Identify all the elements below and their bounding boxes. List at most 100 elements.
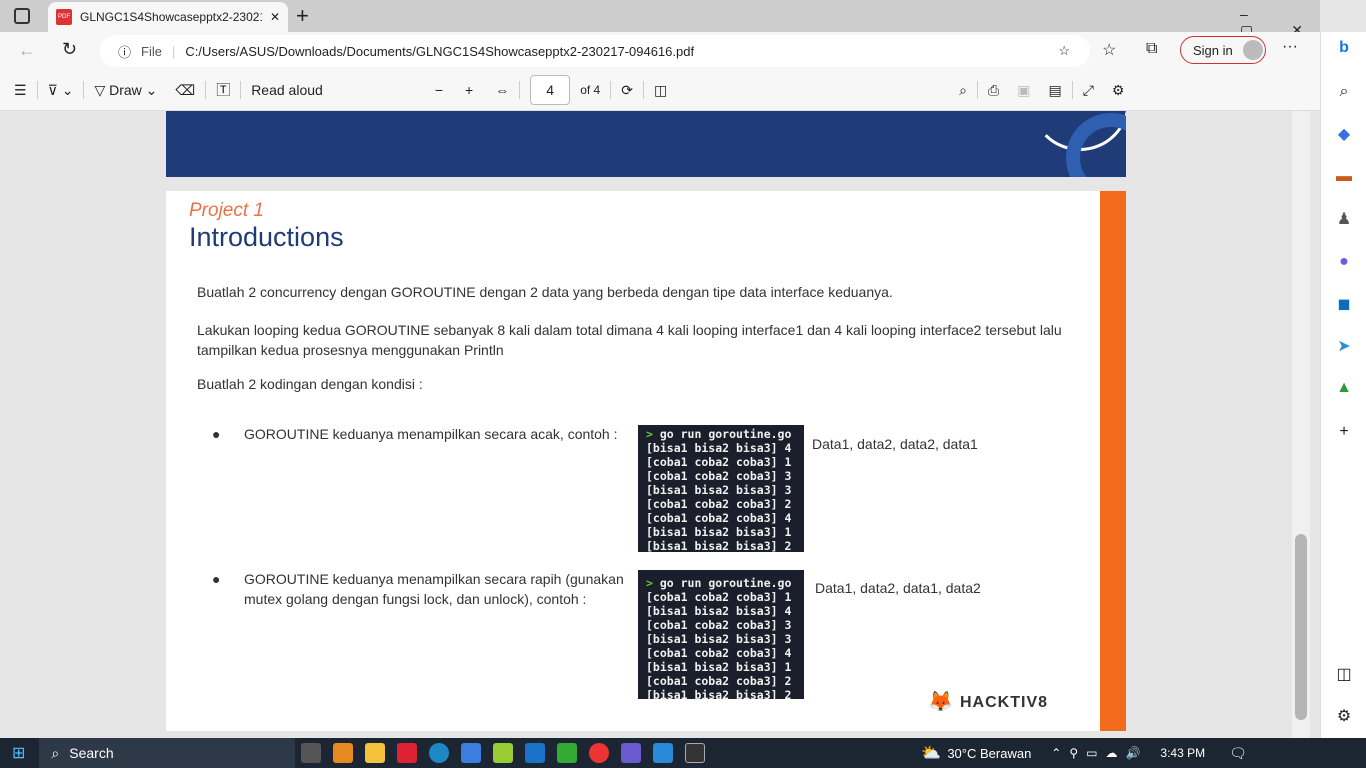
tab-title: GLNGC1S4Showcasepptx2-23021 xyxy=(80,10,262,24)
app-icon[interactable] xyxy=(397,743,418,763)
collections-icon[interactable]: ⧉ xyxy=(1146,40,1157,58)
games-icon[interactable]: ♟ xyxy=(1334,209,1354,229)
notifications-icon[interactable]: 🗨 xyxy=(1229,745,1247,762)
more-icon[interactable]: ··· xyxy=(1282,38,1298,56)
sign-in-label: Sign in xyxy=(1193,42,1233,58)
favorites-icon[interactable]: ☆ xyxy=(1102,40,1116,60)
system-tray-icons[interactable]: ⌃⚲▭☁🔊 xyxy=(1051,746,1148,760)
outlook-icon[interactable]: ◼ xyxy=(1334,294,1354,314)
refresh-icon[interactable]: ↻ xyxy=(62,39,77,60)
search-icon: ⌕ xyxy=(51,744,60,761)
back-icon[interactable]: ← xyxy=(18,40,36,61)
task-view-icon[interactable] xyxy=(301,743,322,763)
page-view-icon[interactable]: ◫ xyxy=(654,82,667,99)
bing-icon[interactable]: b xyxy=(1334,38,1354,58)
taskbar: ⊞ ⌕ Search ⛅ 30°C Berawan ⌃⚲▭☁🔊 3:43 PM 🗨 xyxy=(0,738,1366,768)
shopping-icon[interactable]: ◆ xyxy=(1334,124,1354,144)
settings-icon[interactable]: ⚙ xyxy=(1334,706,1354,726)
paragraph-3: Buatlah 2 kodingan dengan kondisi : xyxy=(197,376,423,392)
text-icon[interactable]: 🅃 xyxy=(216,80,230,100)
store-icon[interactable] xyxy=(461,743,482,763)
avatar xyxy=(1242,40,1263,60)
print-icon[interactable]: ⎙ xyxy=(988,82,999,99)
line: [coba1 coba2 coba3] 4 xyxy=(646,511,792,525)
line: [bisa1 bisa2 bisa3] 3 xyxy=(646,483,792,497)
app-icon[interactable] xyxy=(557,743,578,763)
bullet-dot: ● xyxy=(212,571,221,587)
line: [coba1 coba2 coba3] 1 xyxy=(646,590,792,604)
zoom-in-icon[interactable]: + xyxy=(465,82,473,98)
terminal-output-mutex: > go run goroutine.go [coba1 coba2 coba3… xyxy=(638,570,804,699)
tab-active[interactable]: PDF GLNGC1S4Showcasepptx2-23021 ✕ xyxy=(48,2,288,32)
line: [bisa1 bisa2 bisa3] 1 xyxy=(646,525,792,539)
line: [coba1 coba2 coba3] 3 xyxy=(646,618,792,632)
new-tab-icon[interactable]: + xyxy=(296,3,309,29)
app-icon[interactable] xyxy=(333,743,354,763)
search-icon[interactable]: ⌕ xyxy=(959,82,967,99)
line: [coba1 coba2 coba3] 2 xyxy=(646,674,792,688)
url-text: C:/Users/ASUS/Downloads/Documents/GLNGC1… xyxy=(185,43,695,59)
sidebar-toggle-icon[interactable]: ◫ xyxy=(1334,664,1354,684)
pdf-page: Project 1 Introductions Buatlah 2 concur… xyxy=(166,191,1126,731)
hacktiv8-logo: HACKTIV8 xyxy=(960,694,1049,711)
vscode-icon[interactable] xyxy=(653,743,674,763)
fullscreen-icon[interactable]: ⤢ xyxy=(1083,82,1094,99)
search-box[interactable]: ⌕ Search xyxy=(39,738,296,768)
pdf-toolbar: ☰ ⊽ ⌄ ▽ Draw ⌄ ⌫ 🅃 Read aloud − + ⇔ 4 of… xyxy=(0,70,1320,111)
fit-width-icon[interactable]: ⇔ xyxy=(495,82,509,98)
page-number-input[interactable]: 4 xyxy=(530,75,571,105)
edge-icon[interactable] xyxy=(429,743,450,763)
line: [bisa1 bisa2 bisa3] 1 xyxy=(646,660,792,674)
result-1: Data1, data2, data2, data1 xyxy=(812,436,978,452)
favorite-add-icon[interactable]: ☆ xyxy=(1058,43,1070,59)
mail-icon[interactable] xyxy=(525,743,546,763)
draw-button[interactable]: ▽ Draw ⌄ xyxy=(94,82,157,99)
eraser-icon[interactable]: ⌫ xyxy=(175,82,195,99)
rotate-icon[interactable]: ⟳ xyxy=(621,82,633,99)
windows-start-icon[interactable]: ⊞ xyxy=(12,743,25,763)
search-icon[interactable]: ⌕ xyxy=(1334,82,1354,102)
line: [bisa1 bisa2 bisa3] 4 xyxy=(646,441,792,455)
close-tab-icon[interactable]: ✕ xyxy=(270,10,280,24)
terminal-output-random: > go run goroutine.go [bisa1 bisa2 bisa3… xyxy=(638,425,804,552)
add-icon[interactable]: + xyxy=(1334,422,1354,442)
line: [bisa1 bisa2 bisa3] 2 xyxy=(646,688,792,699)
scrollbar-thumb[interactable] xyxy=(1295,534,1307,720)
save-as-icon[interactable]: ▤ xyxy=(1048,82,1061,99)
line: [coba1 coba2 coba3] 1 xyxy=(646,455,792,469)
orange-strip xyxy=(1100,191,1126,731)
chrome-icon[interactable] xyxy=(589,743,610,763)
line: [bisa1 bisa2 bisa3] 4 xyxy=(646,604,792,618)
command: go run goroutine.go xyxy=(652,427,792,441)
slide-title: Introductions xyxy=(189,222,344,252)
tab-actions-icon[interactable] xyxy=(14,8,30,24)
edge-sidebar: b ⌕ ◆ ▬ ♟ ● ◼ ➤ ▲ + ◫ ⚙ xyxy=(1320,32,1366,738)
url-field[interactable]: ⓘ File | C:/Users/ASUS/Downloads/Documen… xyxy=(100,35,1090,67)
clock[interactable]: 3:43 PM xyxy=(1160,746,1205,760)
terminal-icon[interactable] xyxy=(685,743,706,763)
app-icon[interactable] xyxy=(621,743,642,763)
tree-icon[interactable]: ▲ xyxy=(1334,378,1354,398)
sign-in-button[interactable]: Sign in xyxy=(1180,36,1266,64)
tools-icon[interactable]: ▬ xyxy=(1334,167,1354,187)
read-aloud-button[interactable]: Read aloud xyxy=(251,82,323,98)
notes-icon[interactable] xyxy=(493,743,514,763)
prompt: > xyxy=(646,427,653,441)
bullet-1: GOROUTINE keduanya menampilkan secara ac… xyxy=(244,426,618,442)
file-label: File xyxy=(141,43,162,59)
office-icon[interactable]: ● xyxy=(1334,252,1354,272)
weather-icon: ⛅ xyxy=(921,745,942,762)
highlight-icon[interactable]: ⊽ ⌄ xyxy=(48,82,74,99)
send-icon[interactable]: ➤ xyxy=(1334,336,1354,356)
tab-bar: PDF GLNGC1S4Showcasepptx2-23021 ✕ + –▢✕ xyxy=(0,0,1320,38)
contents-icon[interactable]: ☰ xyxy=(14,82,27,99)
command: go run goroutine.go xyxy=(652,576,792,590)
bullet-2: GOROUTINE keduanya menampilkan secara ra… xyxy=(244,571,624,607)
file-explorer-icon[interactable] xyxy=(365,743,386,763)
zoom-out-icon[interactable]: − xyxy=(435,82,443,98)
paragraph-1: Buatlah 2 concurrency dengan GOROUTINE d… xyxy=(197,284,893,300)
save-icon[interactable]: ▣ xyxy=(1017,82,1030,99)
weather-text[interactable]: 30°C Berawan xyxy=(947,746,1031,761)
pdf-icon: PDF xyxy=(56,9,72,25)
settings-icon[interactable]: ⚙ xyxy=(1112,82,1125,99)
